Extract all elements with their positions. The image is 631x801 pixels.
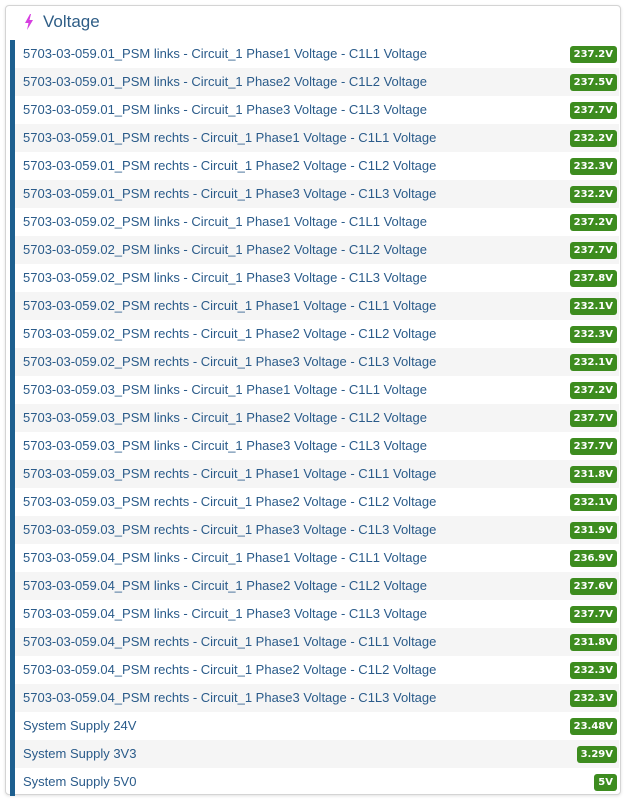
list-item[interactable]: 5703-03-059.01_PSM rechts - Circuit_1 Ph… xyxy=(15,180,619,208)
sensor-name-link[interactable]: System Supply 24V xyxy=(23,718,136,734)
panel-header: Voltage xyxy=(6,6,620,39)
sensor-name-link[interactable]: 5703-03-059.03_PSM links - Circuit_1 Pha… xyxy=(23,410,427,426)
sensor-name-link[interactable]: 5703-03-059.01_PSM rechts - Circuit_1 Ph… xyxy=(23,158,436,174)
list-item[interactable]: 5703-03-059.03_PSM links - Circuit_1 Pha… xyxy=(15,376,619,404)
sensor-name-link[interactable]: 5703-03-059.03_PSM rechts - Circuit_1 Ph… xyxy=(23,466,436,482)
sensor-name-link[interactable]: 5703-03-059.02_PSM rechts - Circuit_1 Ph… xyxy=(23,326,436,342)
list-item[interactable]: System Supply 24V 23.48V xyxy=(15,712,619,740)
sensor-name-link[interactable]: 5703-03-059.02_PSM links - Circuit_1 Pha… xyxy=(23,242,427,258)
sensor-name-link[interactable]: 5703-03-059.01_PSM rechts - Circuit_1 Ph… xyxy=(23,186,436,202)
list-item[interactable]: 5703-03-059.04_PSM rechts - Circuit_1 Ph… xyxy=(15,684,619,712)
list-item[interactable]: 5703-03-059.02_PSM rechts - Circuit_1 Ph… xyxy=(15,292,619,320)
value-badge: 232.3V xyxy=(569,326,617,343)
value-badge: 231.8V xyxy=(569,634,617,651)
value-badge: 232.3V xyxy=(569,662,617,679)
list-item[interactable]: System Supply 5V0 5V xyxy=(15,768,619,796)
value-badge: 232.1V xyxy=(569,298,617,315)
sensor-name-link[interactable]: 5703-03-059.01_PSM links - Circuit_1 Pha… xyxy=(23,46,427,62)
sensor-name-link[interactable]: 5703-03-059.01_PSM links - Circuit_1 Pha… xyxy=(23,102,427,118)
sensor-name-link[interactable]: 5703-03-059.02_PSM rechts - Circuit_1 Ph… xyxy=(23,354,436,370)
value-badge: 232.3V xyxy=(569,158,617,175)
list-item[interactable]: 5703-03-059.04_PSM links - Circuit_1 Pha… xyxy=(15,544,619,572)
list-item[interactable]: 5703-03-059.01_PSM links - Circuit_1 Pha… xyxy=(15,40,619,68)
list-item[interactable]: 5703-03-059.03_PSM rechts - Circuit_1 Ph… xyxy=(15,488,619,516)
sensor-name-link[interactable]: 5703-03-059.04_PSM rechts - Circuit_1 Ph… xyxy=(23,690,436,706)
list-item[interactable]: 5703-03-059.03_PSM links - Circuit_1 Pha… xyxy=(15,404,619,432)
sensor-name-link[interactable]: 5703-03-059.03_PSM rechts - Circuit_1 Ph… xyxy=(23,494,436,510)
value-badge: 236.9V xyxy=(569,550,617,567)
value-badge: 23.48V xyxy=(569,718,617,735)
value-badge: 231.8V xyxy=(569,466,617,483)
value-badge: 237.8V xyxy=(569,270,617,287)
list-item[interactable]: 5703-03-059.04_PSM rechts - Circuit_1 Ph… xyxy=(15,628,619,656)
sensor-name-link[interactable]: 5703-03-059.04_PSM rechts - Circuit_1 Ph… xyxy=(23,634,436,650)
value-badge: 237.2V xyxy=(569,382,617,399)
value-badge: 232.3V xyxy=(569,690,617,707)
sensor-name-link[interactable]: 5703-03-059.02_PSM rechts - Circuit_1 Ph… xyxy=(23,298,436,314)
value-badge: 237.7V xyxy=(569,242,617,259)
sensor-name-link[interactable]: System Supply 5V0 xyxy=(23,774,136,790)
sensor-name-link[interactable]: System Supply 3V3 xyxy=(23,746,136,762)
voltage-list: 5703-03-059.01_PSM links - Circuit_1 Pha… xyxy=(10,40,619,796)
value-badge: 237.6V xyxy=(569,578,617,595)
list-item[interactable]: 5703-03-059.01_PSM links - Circuit_1 Pha… xyxy=(15,96,619,124)
sensor-name-link[interactable]: 5703-03-059.04_PSM rechts - Circuit_1 Ph… xyxy=(23,662,436,678)
value-badge: 237.2V xyxy=(569,214,617,231)
list-item[interactable]: 5703-03-059.02_PSM rechts - Circuit_1 Ph… xyxy=(15,320,619,348)
value-badge: 3.29V xyxy=(576,746,617,763)
sensor-name-link[interactable]: 5703-03-059.02_PSM links - Circuit_1 Pha… xyxy=(23,270,427,286)
lightning-bolt-icon xyxy=(25,14,33,30)
value-badge: 237.2V xyxy=(569,46,617,63)
list-item[interactable]: 5703-03-059.04_PSM rechts - Circuit_1 Ph… xyxy=(15,656,619,684)
value-badge: 237.7V xyxy=(569,438,617,455)
value-badge: 232.1V xyxy=(569,354,617,371)
panel-title: Voltage xyxy=(43,12,100,31)
list-item[interactable]: 5703-03-059.04_PSM links - Circuit_1 Pha… xyxy=(15,600,619,628)
value-badge: 237.7V xyxy=(569,606,617,623)
list-item[interactable]: 5703-03-059.02_PSM links - Circuit_1 Pha… xyxy=(15,264,619,292)
value-badge: 237.5V xyxy=(569,74,617,91)
value-badge: 232.1V xyxy=(569,494,617,511)
list-item[interactable]: 5703-03-059.03_PSM rechts - Circuit_1 Ph… xyxy=(15,460,619,488)
list-item[interactable]: 5703-03-059.02_PSM links - Circuit_1 Pha… xyxy=(15,236,619,264)
list-item[interactable]: System Supply 3V3 3.29V xyxy=(15,740,619,768)
list-item[interactable]: 5703-03-059.02_PSM rechts - Circuit_1 Ph… xyxy=(15,348,619,376)
sensor-name-link[interactable]: 5703-03-059.03_PSM links - Circuit_1 Pha… xyxy=(23,382,427,398)
voltage-panel: Voltage 5703-03-059.01_PSM links - Circu… xyxy=(5,5,621,796)
list-item[interactable]: 5703-03-059.01_PSM links - Circuit_1 Pha… xyxy=(15,68,619,96)
sensor-name-link[interactable]: 5703-03-059.03_PSM rechts - Circuit_1 Ph… xyxy=(23,522,436,538)
list-item[interactable]: 5703-03-059.03_PSM links - Circuit_1 Pha… xyxy=(15,432,619,460)
value-badge: 237.7V xyxy=(569,410,617,427)
value-badge: 232.2V xyxy=(569,130,617,147)
list-item[interactable]: 5703-03-059.01_PSM rechts - Circuit_1 Ph… xyxy=(15,124,619,152)
sensor-name-link[interactable]: 5703-03-059.04_PSM links - Circuit_1 Pha… xyxy=(23,606,427,622)
value-badge: 5V xyxy=(594,774,617,791)
list-item[interactable]: 5703-03-059.01_PSM rechts - Circuit_1 Ph… xyxy=(15,152,619,180)
sensor-name-link[interactable]: 5703-03-059.04_PSM links - Circuit_1 Pha… xyxy=(23,578,427,594)
list-item[interactable]: 5703-03-059.02_PSM links - Circuit_1 Pha… xyxy=(15,208,619,236)
sensor-name-link[interactable]: 5703-03-059.02_PSM links - Circuit_1 Pha… xyxy=(23,214,427,230)
sensor-name-link[interactable]: 5703-03-059.01_PSM links - Circuit_1 Pha… xyxy=(23,74,427,90)
sensor-name-link[interactable]: 5703-03-059.01_PSM rechts - Circuit_1 Ph… xyxy=(23,130,436,146)
value-badge: 232.2V xyxy=(569,186,617,203)
list-item[interactable]: 5703-03-059.03_PSM rechts - Circuit_1 Ph… xyxy=(15,516,619,544)
sensor-name-link[interactable]: 5703-03-059.04_PSM links - Circuit_1 Pha… xyxy=(23,550,427,566)
value-badge: 231.9V xyxy=(569,522,617,539)
value-badge: 237.7V xyxy=(569,102,617,119)
list-item[interactable]: 5703-03-059.04_PSM links - Circuit_1 Pha… xyxy=(15,572,619,600)
sensor-name-link[interactable]: 5703-03-059.03_PSM links - Circuit_1 Pha… xyxy=(23,438,427,454)
